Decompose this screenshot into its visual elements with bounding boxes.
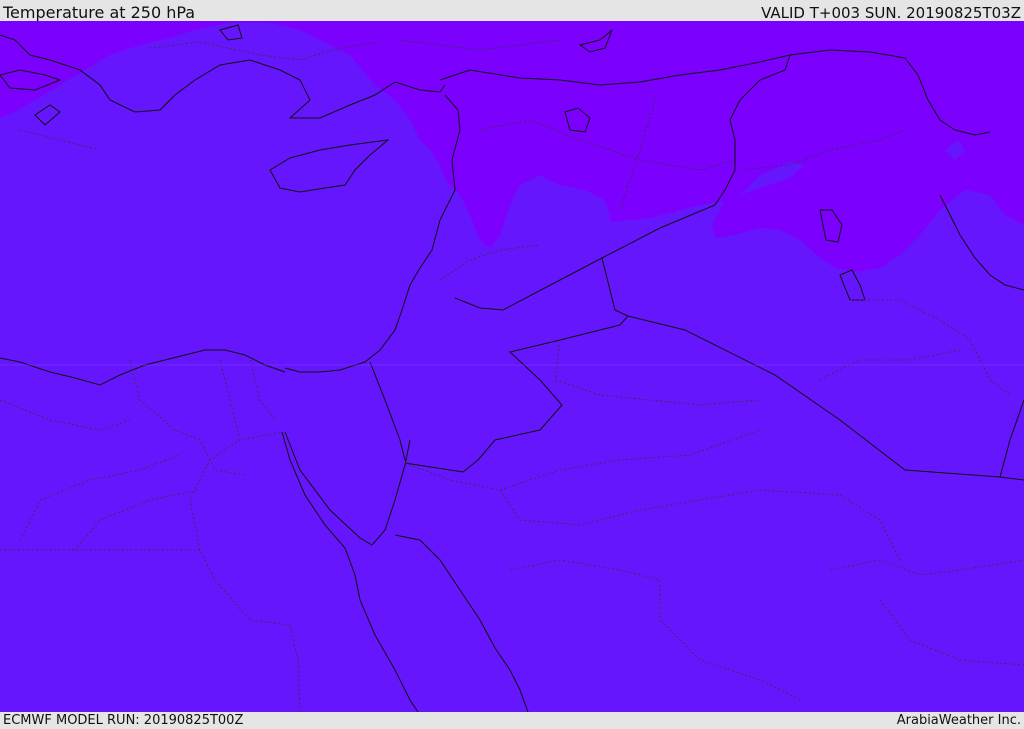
weather-map[interactable] [0,21,1024,712]
credit-label: ArabiaWeather Inc. [896,713,1021,728]
footer-bar: ECMWF MODEL RUN: 20190825T00Z ArabiaWeat… [0,712,1024,729]
model-run-label: ECMWF MODEL RUN: 20190825T00Z [3,713,244,728]
valid-time-label: VALID T+003 SUN. 20190825T03Z [761,4,1021,22]
map-title: Temperature at 250 hPa [3,3,196,22]
header-bar: Temperature at 250 hPa VALID T+003 SUN. … [0,0,1024,22]
